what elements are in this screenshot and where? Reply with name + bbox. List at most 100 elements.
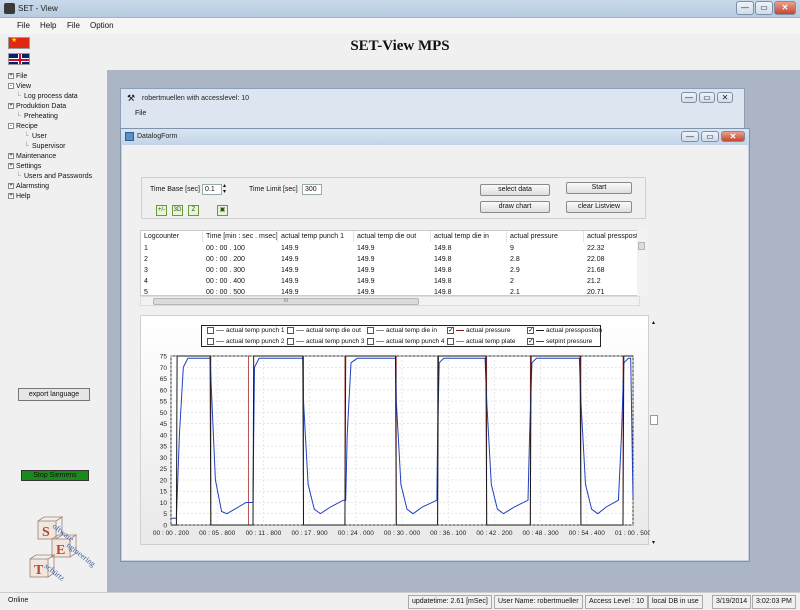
legend-item[interactable]: actual temp punch 3: [287, 338, 365, 345]
tree-item-preheating[interactable]: └ Preheating: [8, 112, 104, 122]
datalog-close-button[interactable]: ✕: [721, 131, 745, 142]
grid-horizontal-scrollbar[interactable]: III: [140, 296, 640, 306]
tree-item-view[interactable]: - View: [8, 82, 104, 92]
legend-item[interactable]: ✓ actual presspostion: [527, 327, 602, 334]
legend-checkbox[interactable]: [367, 338, 374, 345]
time-base-spinner[interactable]: ▴ ▾: [223, 183, 226, 195]
column-header[interactable]: actual pressure: [507, 231, 584, 242]
legend-checkbox[interactable]: [207, 327, 214, 334]
tree-expander-icon[interactable]: -: [8, 123, 14, 130]
tree-expander-icon[interactable]: +: [8, 163, 14, 170]
table-row[interactable]: 4 00 : 00 . 400 149.9 149.9 149.8 2 21.2: [141, 276, 646, 287]
select-data-button[interactable]: select data: [480, 184, 550, 196]
tree-item-users-and-passwords[interactable]: └ Users and Passwords: [8, 172, 104, 182]
zoom-toggle-icon[interactable]: +/-: [156, 205, 167, 216]
child-minimize-button[interactable]: —: [681, 92, 697, 103]
table-row[interactable]: 3 00 : 00 . 300 149.9 149.9 149.8 2.9 21.68: [141, 265, 646, 276]
datalog-minimize-button[interactable]: —: [681, 131, 699, 142]
tree-line-icon: └: [16, 173, 21, 180]
column-header[interactable]: actual temp punch 1: [278, 231, 354, 242]
time-base-input[interactable]: 0.1: [202, 184, 222, 195]
tree-item-help[interactable]: + Help: [8, 192, 104, 202]
tree-item-supervisor[interactable]: └ Supervisor: [8, 142, 104, 152]
legend-checkbox[interactable]: [207, 338, 214, 345]
tree-item-maintenance[interactable]: + Maintenance: [8, 152, 104, 162]
chart-scrollbar[interactable]: ▴ ▾: [650, 319, 660, 547]
datalog-maximize-button[interactable]: ▭: [701, 131, 719, 142]
stop-siemens-button[interactable]: Stop Siemens: [21, 470, 89, 481]
tree-item-file[interactable]: + File: [8, 72, 104, 82]
table-row[interactable]: 5 00 : 00 . 500 149.9 149.9 149.8 2.1 20.71: [141, 287, 646, 296]
tree-item-recipe[interactable]: - Recipe: [8, 122, 104, 132]
draw-chart-button[interactable]: draw chart: [480, 201, 550, 213]
print-icon[interactable]: ▣: [217, 205, 228, 216]
tree-item-user[interactable]: └ User: [8, 132, 104, 142]
table-cell: 2: [144, 256, 148, 263]
maximize-button[interactable]: ▭: [755, 1, 773, 15]
tree-expander-icon[interactable]: +: [8, 153, 14, 160]
start-button[interactable]: Start: [566, 182, 632, 194]
time-limit-input[interactable]: 300: [302, 184, 322, 195]
tree-expander-icon[interactable]: +: [8, 103, 14, 110]
minimize-button[interactable]: —: [736, 1, 754, 15]
tree-expander-icon[interactable]: -: [8, 83, 14, 90]
child-menu-file[interactable]: File: [135, 110, 146, 117]
y-tick-label: 10: [160, 500, 168, 507]
tree-expander-icon[interactable]: +: [8, 183, 14, 190]
tree-item-log-process-data[interactable]: └ Log process data: [8, 92, 104, 102]
legend-checkbox[interactable]: [367, 327, 374, 334]
legend-checkbox[interactable]: [447, 338, 454, 345]
clear-listview-button[interactable]: clear Listview: [566, 201, 632, 213]
3d-toggle-icon[interactable]: 3D: [172, 205, 183, 216]
menu-bar: File Help File Option: [0, 18, 800, 34]
column-header[interactable]: actual temp die out: [354, 231, 431, 242]
legend-item[interactable]: actual temp punch 4: [367, 338, 445, 345]
legend-checkbox[interactable]: ✓: [447, 327, 454, 334]
tree-item-produktion-data[interactable]: + Produktion Data: [8, 102, 104, 112]
tree-item-settings[interactable]: + Settings: [8, 162, 104, 172]
legend-item[interactable]: actual temp punch 2: [207, 338, 285, 345]
x-tick-label: 00 : 48 . 300: [523, 530, 560, 537]
menu-option[interactable]: Option: [90, 21, 114, 30]
table-cell: 149.8: [434, 267, 452, 274]
chinese-flag-icon[interactable]: [8, 36, 30, 49]
column-header[interactable]: Logcounter: [141, 231, 203, 242]
legend-swatch: [536, 341, 544, 342]
legend-label: setpint pressure: [546, 338, 593, 346]
legend-item[interactable]: actual temp plate: [447, 338, 516, 345]
legend-checkbox[interactable]: ✓: [527, 338, 534, 345]
table-row[interactable]: 2 00 : 00 . 200 149.9 149.9 149.8 2.8 22.08: [141, 254, 646, 265]
tree-line-icon: └: [24, 133, 29, 140]
table-cell: 2.1: [510, 289, 520, 296]
table-row[interactable]: 1 00 : 00 . 100 149.9 149.9 149.8 9 22.32: [141, 243, 646, 254]
legend-item[interactable]: actual temp punch 1: [207, 327, 285, 334]
legend-item[interactable]: actual temp die out: [287, 327, 361, 334]
child-maximize-button[interactable]: ▭: [699, 92, 715, 103]
scroll-thumb-grip[interactable]: III: [153, 298, 419, 305]
table-cell: 149.9: [357, 289, 375, 296]
legend-checkbox[interactable]: [287, 327, 294, 334]
legend-checkbox[interactable]: [287, 338, 294, 345]
column-header[interactable]: actual temp die in: [431, 231, 507, 242]
status-access-level: Access Level : 10: [585, 595, 648, 609]
tree-expander-icon[interactable]: +: [8, 193, 14, 200]
child-close-button[interactable]: ✕: [717, 92, 733, 103]
zoom-reset-icon[interactable]: Z: [188, 205, 199, 216]
datalog-window-icon: [125, 132, 134, 141]
grid-vertical-scrollbar[interactable]: [637, 230, 647, 296]
legend-item[interactable]: ✓ setpint pressure: [527, 338, 592, 345]
table-cell: 2.8: [510, 256, 520, 263]
uk-flag-icon[interactable]: [8, 53, 30, 65]
close-button[interactable]: ✕: [774, 1, 796, 15]
export-language-button[interactable]: export language: [18, 388, 90, 401]
legend-checkbox[interactable]: ✓: [527, 327, 534, 334]
menu-help[interactable]: Help: [40, 21, 56, 30]
menu-file-2[interactable]: File: [67, 21, 80, 30]
menu-file[interactable]: File: [17, 21, 30, 30]
legend-item[interactable]: ✓ actual pressure: [447, 327, 510, 334]
tree-expander-icon[interactable]: +: [8, 73, 14, 80]
column-header[interactable]: Time [min : sec . msec]: [203, 231, 278, 242]
navigation-tree: + File - View └ Log process data + Produktion D…: [8, 72, 104, 202]
tree-item-alarmsting[interactable]: + Alarmsting: [8, 182, 104, 192]
legend-item[interactable]: actual temp die in: [367, 327, 437, 334]
